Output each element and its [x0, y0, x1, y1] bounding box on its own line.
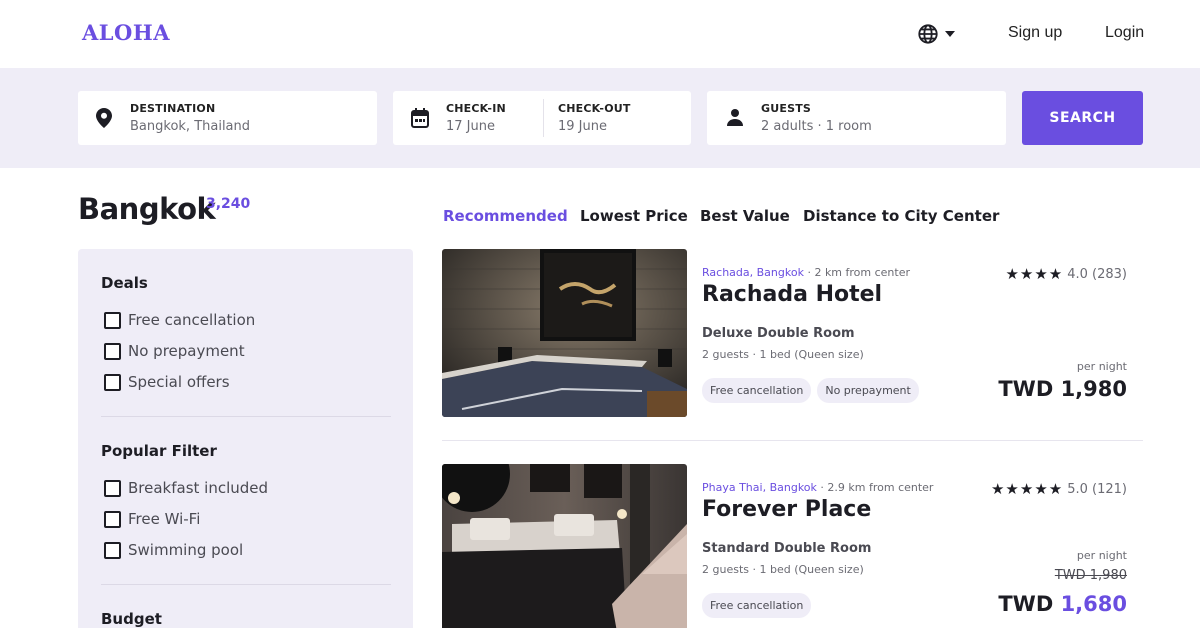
filter-free-wifi[interactable]: Free Wi-Fi — [104, 509, 200, 529]
room-type: Deluxe Double Room — [702, 326, 855, 341]
room-details: 2 guests · 1 bed (Queen size) — [702, 563, 864, 576]
checkbox[interactable] — [104, 479, 121, 497]
checkin-value: 17 June — [446, 119, 495, 134]
hotel-tags: Free cancellation — [702, 593, 812, 618]
globe-icon — [917, 23, 939, 45]
room-type: Standard Double Room — [702, 541, 872, 556]
filter-divider — [101, 584, 391, 585]
hotel-card[interactable]: Rachada, Bangkok · 2 km from center Rach… — [442, 249, 1143, 419]
price-amount: 1,980 — [1060, 377, 1127, 401]
price-currency: TWD — [998, 377, 1054, 401]
search-bar: DESTINATION Bangkok, Thailand CHECK-IN 1… — [0, 68, 1200, 168]
dates-field[interactable]: CHECK-IN 17 June CHECK-OUT 19 June — [393, 91, 691, 145]
per-night-label: per night — [1076, 360, 1127, 373]
hotel-location: Rachada, Bangkok · 2 km from center — [702, 266, 910, 279]
checkout-value: 19 June — [558, 119, 607, 134]
results-count: 3,240 — [206, 196, 251, 212]
tab-lowest-price[interactable]: Lowest Price — [580, 207, 688, 225]
filter-label: Breakfast included — [128, 479, 269, 497]
search-button[interactable]: SEARCH — [1022, 91, 1143, 145]
checkbox[interactable] — [104, 311, 121, 329]
hotel-rating: ★★★★ 4.0 (283) — [1005, 265, 1127, 283]
price-currency: TWD — [998, 592, 1054, 616]
discounted-price-amount: 1,680 — [1060, 592, 1127, 616]
hotel-price: TWD 1,980 — [998, 377, 1127, 401]
budget-heading: Budget — [101, 610, 162, 628]
rating-value: 4.0 (283) — [1067, 266, 1127, 282]
per-night-label: per night — [1076, 549, 1127, 562]
filter-label: Free Wi-Fi — [128, 510, 201, 528]
filter-label: No prepayment — [128, 342, 245, 360]
checkbox[interactable] — [104, 373, 121, 391]
filter-divider — [101, 416, 391, 417]
tab-distance[interactable]: Distance to City Center — [803, 207, 999, 225]
checkbox[interactable] — [104, 342, 121, 360]
destination-value: Bangkok, Thailand — [130, 119, 251, 134]
hotel-card[interactable]: Phaya Thai, Bangkok · 2.9 km from center… — [442, 464, 1143, 628]
original-price: TWD 1,980 — [1054, 568, 1127, 583]
hotel-price: TWD 1,680 — [998, 592, 1127, 616]
room-details: 2 guests · 1 bed (Queen size) — [702, 348, 864, 361]
filter-breakfast-included[interactable]: Breakfast included — [104, 478, 268, 498]
filter-label: Special offers — [128, 373, 230, 391]
language-selector[interactable] — [917, 22, 955, 46]
card-divider — [442, 440, 1143, 441]
deals-heading: Deals — [101, 274, 148, 292]
area-link[interactable]: Phaya Thai, Bangkok — [702, 481, 817, 494]
guests-label: GUESTS — [761, 102, 812, 115]
city-title: Bangkok — [78, 192, 216, 226]
hotel-name[interactable]: Rachada Hotel — [702, 282, 882, 307]
star-icons: ★★★★ — [1005, 265, 1064, 283]
filter-free-cancellation[interactable]: Free cancellation — [104, 310, 255, 330]
popular-filter-heading: Popular Filter — [101, 442, 217, 460]
guests-field[interactable]: GUESTS 2 adults · 1 room — [707, 91, 1006, 145]
destination-field[interactable]: DESTINATION Bangkok, Thailand — [78, 91, 377, 145]
tag-badge: No prepayment — [817, 378, 919, 403]
location-pin-icon — [96, 108, 112, 132]
rating-value: 5.0 (121) — [1067, 481, 1127, 497]
person-icon — [726, 108, 744, 130]
area-link[interactable]: Rachada, Bangkok — [702, 266, 804, 279]
filter-no-prepayment[interactable]: No prepayment — [104, 341, 245, 361]
hotel-name[interactable]: Forever Place — [702, 497, 871, 522]
guests-value: 2 adults · 1 room — [761, 119, 872, 134]
destination-label: DESTINATION — [130, 102, 216, 115]
signup-link[interactable]: Sign up — [1008, 24, 1062, 42]
tag-badge: Free cancellation — [702, 378, 812, 403]
star-icons: ★★★★★ — [990, 480, 1064, 498]
login-link[interactable]: Login — [1105, 24, 1144, 42]
hotel-tags: Free cancellation No prepayment — [702, 378, 919, 403]
filter-swimming-pool[interactable]: Swimming pool — [104, 540, 243, 560]
filters-panel: Deals Free cancellation No prepayment Sp… — [78, 249, 413, 628]
filter-special-offers[interactable]: Special offers — [104, 372, 230, 392]
filter-label: Swimming pool — [128, 541, 244, 559]
checkin-label: CHECK-IN — [446, 102, 506, 115]
top-nav: ALOHA Sign up Login — [0, 0, 1200, 68]
tag-badge: Free cancellation — [702, 593, 812, 618]
hotel-rating: ★★★★★ 5.0 (121) — [991, 480, 1127, 498]
date-divider — [543, 99, 544, 137]
tab-best-value[interactable]: Best Value — [700, 207, 790, 225]
calendar-icon — [411, 108, 429, 132]
distance-text: · 2.9 km from center — [816, 481, 934, 494]
hotel-location: Phaya Thai, Bangkok · 2.9 km from center — [702, 481, 933, 494]
hotel-photo[interactable] — [442, 249, 687, 417]
filter-label: Free cancellation — [128, 311, 256, 329]
brand-logo[interactable]: ALOHA — [82, 20, 170, 45]
tab-recommended[interactable]: Recommended — [443, 207, 568, 225]
chevron-down-icon — [945, 31, 955, 37]
distance-text: · 2 km from center — [803, 266, 911, 279]
checkout-label: CHECK-OUT — [558, 102, 631, 115]
checkbox[interactable] — [104, 541, 121, 559]
hotel-photo[interactable] — [442, 464, 687, 628]
checkbox[interactable] — [104, 510, 121, 528]
